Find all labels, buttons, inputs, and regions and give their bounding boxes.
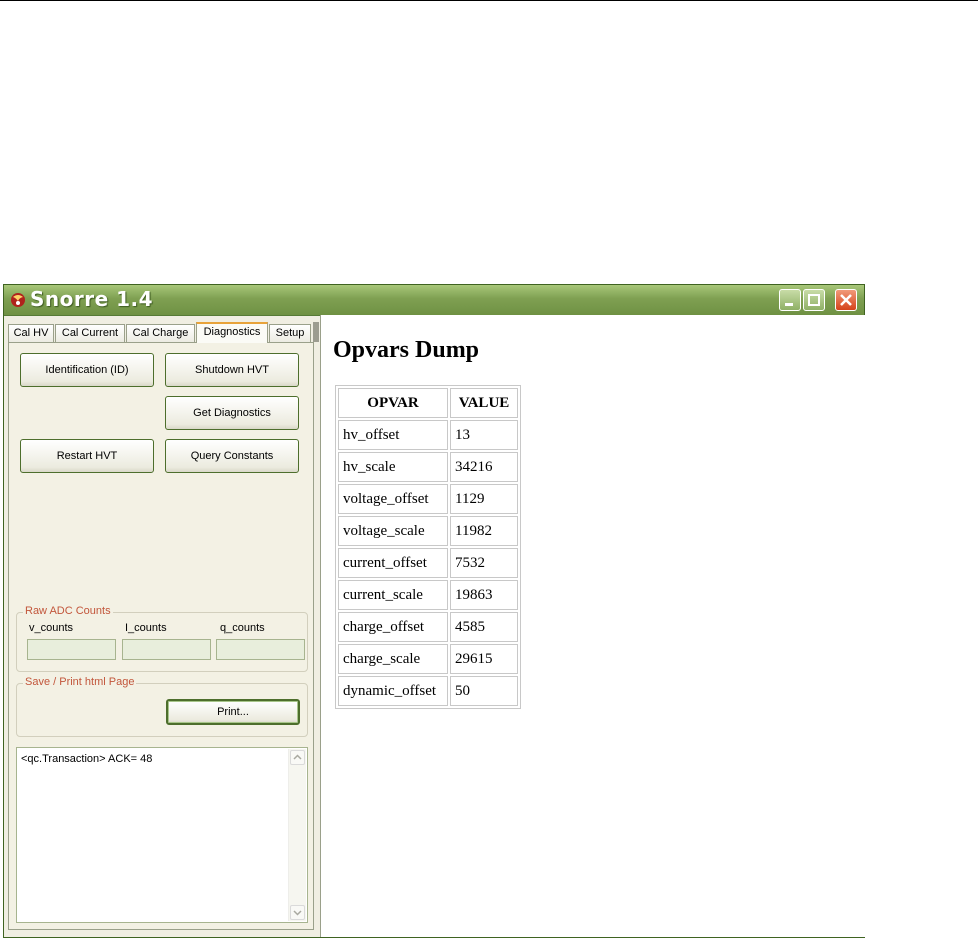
close-button[interactable] <box>835 289 857 311</box>
v-counts-label: v_counts <box>29 622 74 634</box>
table-row: hv_offset 13 <box>338 420 518 450</box>
log-text: <qc.Transaction> ACK= 48 <box>21 753 153 765</box>
opvar-value: 50 <box>450 676 518 706</box>
opvar-value: 4585 <box>450 612 518 642</box>
tab-setup[interactable]: Setup <box>269 324 311 342</box>
q-counts-field[interactable] <box>216 639 305 660</box>
tab-cal-hv[interactable]: Cal HV <box>8 324 54 342</box>
column-header-opvar: OPVAR <box>338 388 448 418</box>
table-row: hv_scale 34216 <box>338 452 518 482</box>
opvar-name: current_scale <box>338 580 448 610</box>
scroll-down-button[interactable] <box>290 905 305 920</box>
save-print-label: Save / Print html Page <box>23 676 137 688</box>
opvar-value: 13 <box>450 420 518 450</box>
opvar-name: current_offset <box>338 548 448 578</box>
chevron-down-icon <box>293 910 302 916</box>
opvar-value: 11982 <box>450 516 518 546</box>
query-constants-button[interactable]: Query Constants <box>165 439 299 473</box>
chevron-up-icon <box>293 754 302 760</box>
app-window: Snorre 1.4 Cal HV Cal Current Cal Charge… <box>3 284 865 938</box>
tab-diagnostics[interactable]: Diagnostics <box>196 322 268 343</box>
table-row: charge_offset 4585 <box>338 612 518 642</box>
table-row: dynamic_offset 50 <box>338 676 518 706</box>
report-view: Opvars Dump OPVAR VALUE hv_offset 13 hv_s… <box>320 315 865 937</box>
get-diagnostics-button[interactable]: Get Diagnostics <box>165 396 299 430</box>
opvar-value: 7532 <box>450 548 518 578</box>
opvar-name: charge_offset <box>338 612 448 642</box>
opvar-name: hv_offset <box>338 420 448 450</box>
v-counts-field[interactable] <box>27 639 116 660</box>
minimize-button[interactable] <box>779 289 801 311</box>
log-scrollbar[interactable] <box>288 749 306 921</box>
shutdown-hvt-button[interactable]: Shutdown HVT <box>165 353 299 387</box>
raw-adc-label: Raw ADC Counts <box>23 605 113 617</box>
opvar-name: voltage_scale <box>338 516 448 546</box>
report-title: Opvars Dump <box>333 337 480 363</box>
scroll-up-button[interactable] <box>290 750 305 765</box>
title-bar[interactable]: Snorre 1.4 <box>4 285 864 316</box>
opvar-value: 19863 <box>450 580 518 610</box>
i-counts-field[interactable] <box>122 639 211 660</box>
opvars-table: OPVAR VALUE hv_offset 13 hv_scale 34216 vo… <box>335 385 521 709</box>
opvar-value: 34216 <box>450 452 518 482</box>
opvar-value: 1129 <box>450 484 518 514</box>
panel-divider <box>313 322 319 342</box>
tab-cal-current[interactable]: Cal Current <box>55 324 125 342</box>
top-rule <box>0 0 978 1</box>
opvar-name: hv_scale <box>338 452 448 482</box>
maximize-button[interactable] <box>803 289 825 311</box>
diagnostics-page: Identification (ID) Shutdown HVT Get Dia… <box>8 342 314 930</box>
raw-adc-group: Raw ADC Counts v_counts I_counts q_count… <box>16 605 308 672</box>
table-row: current_offset 7532 <box>338 548 518 578</box>
table-row: voltage_offset 1129 <box>338 484 518 514</box>
print-button[interactable]: Print... <box>166 699 300 725</box>
table-row: charge_scale 29615 <box>338 644 518 674</box>
app-logo-icon <box>11 293 25 307</box>
i-counts-label: I_counts <box>125 622 167 634</box>
identification-button[interactable]: Identification (ID) <box>20 353 154 387</box>
control-panel: Cal HV Cal Current Cal Charge Diagnostic… <box>8 319 319 933</box>
opvar-name: charge_scale <box>338 644 448 674</box>
column-header-value: VALUE <box>450 388 518 418</box>
window-title: Snorre 1.4 <box>30 287 154 311</box>
opvar-name: voltage_offset <box>338 484 448 514</box>
transaction-log[interactable]: <qc.Transaction> ACK= 48 <box>16 747 308 923</box>
opvar-value: 29615 <box>450 644 518 674</box>
table-header-row: OPVAR VALUE <box>338 388 518 418</box>
save-print-group: Save / Print html Page Print... <box>16 676 308 737</box>
restart-hvt-button[interactable]: Restart HVT <box>20 439 154 473</box>
minimize-icon <box>785 303 793 306</box>
tab-cal-charge[interactable]: Cal Charge <box>126 324 195 342</box>
close-icon <box>840 294 852 306</box>
table-row: current_scale 19863 <box>338 580 518 610</box>
q-counts-label: q_counts <box>220 622 265 634</box>
maximize-icon <box>808 294 820 306</box>
opvar-name: dynamic_offset <box>338 676 448 706</box>
table-row: voltage_scale 11982 <box>338 516 518 546</box>
